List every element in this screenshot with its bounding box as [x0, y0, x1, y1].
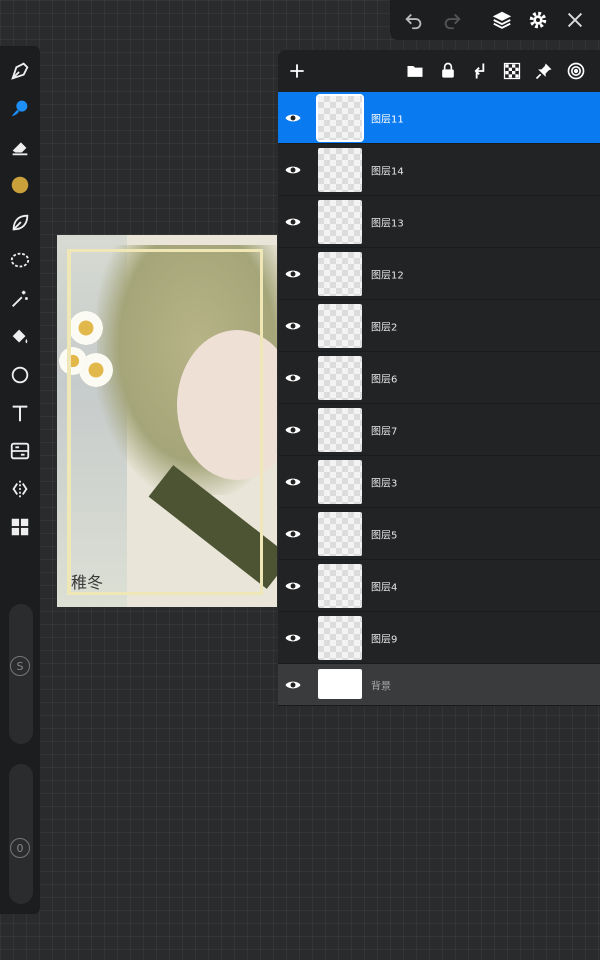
layer-name: 图层12 [371, 270, 404, 281]
layer-thumbnail[interactable] [318, 200, 362, 244]
layer-name: 图层9 [371, 634, 398, 645]
folder-icon[interactable] [404, 60, 426, 82]
ellipse-icon[interactable] [7, 362, 33, 388]
layers-icon[interactable] [490, 8, 514, 32]
color-swatch[interactable] [7, 172, 33, 198]
visibility-eye-icon[interactable] [284, 525, 302, 543]
layer-row[interactable]: 图层3 [278, 456, 600, 508]
layer-row[interactable]: 图层12 [278, 248, 600, 300]
visibility-eye-icon[interactable] [284, 676, 302, 694]
layer-row[interactable]: 图层13 [278, 196, 600, 248]
art-frame [67, 249, 263, 595]
layer-name: 图层2 [371, 322, 398, 333]
layer-thumbnail[interactable] [318, 356, 362, 400]
add-icon[interactable] [286, 60, 308, 82]
visibility-eye-icon[interactable] [284, 317, 302, 335]
visibility-eye-icon[interactable] [284, 109, 302, 127]
layer-thumbnail[interactable] [318, 408, 362, 452]
layer-thumbnail[interactable] [318, 148, 362, 192]
visibility-eye-icon[interactable] [284, 577, 302, 595]
redo-icon[interactable] [440, 8, 464, 32]
layer-name: 图层11 [371, 114, 404, 125]
pin-icon[interactable] [533, 60, 555, 82]
layer-row[interactable]: 图层5 [278, 508, 600, 560]
layer-name: 图层14 [371, 166, 404, 177]
text-icon[interactable] [7, 400, 33, 426]
layer-thumbnail[interactable] [318, 252, 362, 296]
layer-thumbnail[interactable] [318, 460, 362, 504]
adjust-icon[interactable] [7, 438, 33, 464]
visibility-eye-icon[interactable] [284, 265, 302, 283]
layer-row[interactable]: 图层7 [278, 404, 600, 456]
grid-icon[interactable] [7, 514, 33, 540]
layer-name: 图层5 [371, 530, 398, 541]
visibility-eye-icon[interactable] [284, 421, 302, 439]
signature-text: 稚冬 [71, 573, 104, 592]
magic-wand-icon[interactable] [7, 286, 33, 312]
close-icon[interactable] [563, 8, 587, 32]
layer-name: 图层6 [371, 374, 398, 385]
undo-icon[interactable] [402, 8, 426, 32]
layer-thumbnail[interactable] [316, 94, 364, 142]
visibility-eye-icon[interactable] [284, 369, 302, 387]
layer-thumbnail[interactable] [318, 304, 362, 348]
lock-icon[interactable] [437, 60, 459, 82]
visibility-eye-icon[interactable] [284, 213, 302, 231]
merge-down-icon[interactable] [469, 60, 491, 82]
artwork-canvas[interactable]: 稚冬 [57, 235, 277, 607]
checker-icon[interactable] [501, 60, 523, 82]
layer-thumbnail[interactable] [318, 669, 362, 699]
brush-icon[interactable] [7, 95, 33, 121]
brush-opacity-knob[interactable]: 0 [10, 838, 30, 858]
eraser-icon[interactable] [7, 134, 33, 160]
layer-name: 图层7 [371, 426, 398, 437]
visibility-eye-icon[interactable] [284, 161, 302, 179]
layer-thumbnail[interactable] [318, 564, 362, 608]
layer-row[interactable]: 图层11 [278, 92, 600, 144]
layers-panel-header [278, 50, 600, 92]
lasso-icon[interactable] [7, 248, 33, 274]
layer-row[interactable]: 图层4 [278, 560, 600, 612]
layer-name: 背景 [371, 681, 391, 692]
layer-row[interactable]: 图层14 [278, 144, 600, 196]
layer-name: 图层3 [371, 478, 398, 489]
layer-name: 图层13 [371, 218, 404, 229]
layers-panel: 图层11 图层14 图层13 图层12 图层2 图层6 图层7 图层3 图层5 图层4 图层9 背景 [278, 50, 600, 706]
layer-name: 图层4 [371, 582, 398, 593]
layer-row[interactable]: 图层9 [278, 612, 600, 664]
brush-opacity-slider[interactable]: 0 [9, 764, 33, 904]
layer-thumbnail[interactable] [318, 512, 362, 556]
spiral-icon[interactable] [565, 60, 587, 82]
brush-size-knob[interactable]: S [10, 656, 30, 676]
tool-sidebar: S 0 [0, 46, 40, 914]
background-layer-row[interactable]: 背景 [278, 664, 600, 706]
layer-thumbnail[interactable] [318, 616, 362, 660]
fill-bucket-icon[interactable] [7, 324, 33, 350]
brush-size-slider[interactable]: S [9, 604, 33, 744]
pen-icon[interactable] [7, 58, 33, 84]
layer-row[interactable]: 图层2 [278, 300, 600, 352]
leaf-icon[interactable] [7, 210, 33, 236]
settings-icon[interactable] [526, 8, 550, 32]
symmetry-icon[interactable] [7, 476, 33, 502]
layer-row[interactable]: 图层6 [278, 352, 600, 404]
layer-list: 图层11 图层14 图层13 图层12 图层2 图层6 图层7 图层3 图层5 图层4 图层9 背景 [278, 92, 600, 706]
visibility-eye-icon[interactable] [284, 629, 302, 647]
top-bar [390, 0, 600, 40]
visibility-eye-icon[interactable] [284, 473, 302, 491]
